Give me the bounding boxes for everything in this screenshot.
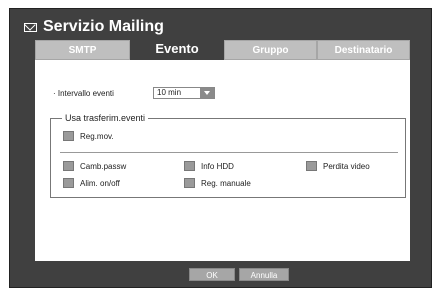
checkbox-reg-mov[interactable]: Reg.mov. <box>63 131 114 141</box>
event-transfer-group: Usa trasferim.eventi Reg.mov. Camb.passw… <box>50 113 406 198</box>
group-title: Usa trasferim.eventi <box>62 113 149 123</box>
checkbox-label: Info HDD <box>201 161 234 171</box>
checkbox-icon <box>306 161 317 171</box>
checkbox-icon <box>63 131 74 141</box>
chevron-down-icon <box>200 88 214 98</box>
checkbox-label: Camb.passw <box>80 161 127 171</box>
mailing-dialog: Servizio Mailing SMTP Evento Gruppo Dest… <box>9 8 432 288</box>
dialog-footer: OK Annulla <box>35 261 410 287</box>
checkbox-label: Reg. manuale <box>201 178 251 188</box>
dialog-title-text: Servizio Mailing <box>43 18 164 35</box>
tab-smtp[interactable]: SMTP <box>35 40 130 60</box>
checkbox-alim-onoff[interactable]: Alim. on/off <box>63 178 120 188</box>
checkbox-label: Reg.mov. <box>80 131 114 141</box>
tab-destinatario[interactable]: Destinatario <box>317 40 410 60</box>
checkbox-label: Perdita video <box>323 161 370 171</box>
checkbox-label: Alim. on/off <box>80 178 120 188</box>
tab-gruppo[interactable]: Gruppo <box>224 40 317 60</box>
interval-label: · Intervallo eventi <box>53 89 114 98</box>
tab-evento[interactable]: Evento <box>130 37 224 60</box>
checkbox-reg-manuale[interactable]: Reg. manuale <box>184 178 251 188</box>
mail-icon <box>24 22 37 32</box>
cancel-button[interactable]: Annulla <box>239 268 289 281</box>
checkbox-icon <box>63 161 74 171</box>
group-divider <box>60 152 398 153</box>
checkbox-icon <box>63 178 74 188</box>
dialog-title: Servizio Mailing <box>24 16 164 38</box>
ok-button[interactable]: OK <box>189 268 235 281</box>
checkbox-perdita-video[interactable]: Perdita video <box>306 161 370 171</box>
tab-bar: SMTP Evento Gruppo Destinatario <box>35 37 410 60</box>
checkbox-icon <box>184 178 195 188</box>
interval-value: 10 min <box>157 88 182 97</box>
interval-select[interactable]: 10 min <box>153 87 215 99</box>
checkbox-icon <box>184 161 195 171</box>
evento-panel: · Intervallo eventi 10 min Usa trasferim… <box>35 60 410 261</box>
checkbox-camb-passw[interactable]: Camb.passw <box>63 161 126 171</box>
checkbox-info-hdd[interactable]: Info HDD <box>184 161 234 171</box>
